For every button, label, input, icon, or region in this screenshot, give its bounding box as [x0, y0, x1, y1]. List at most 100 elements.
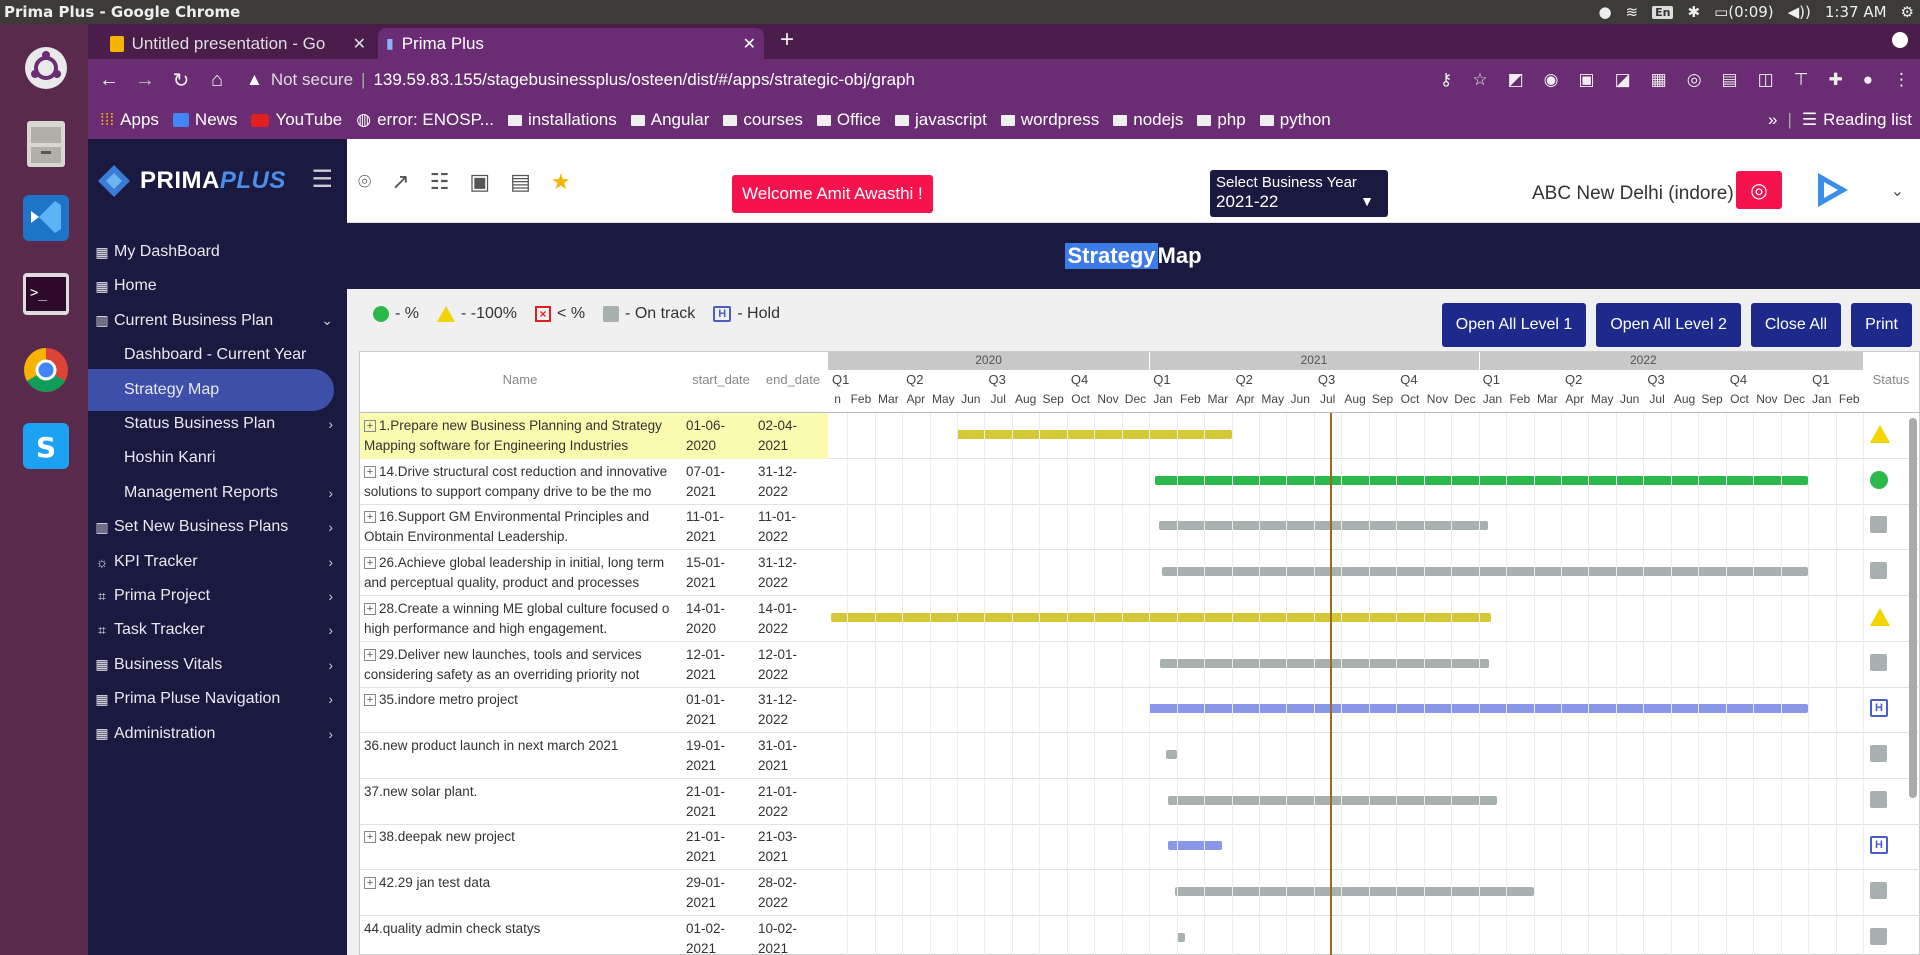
open-all-level-1-button[interactable]: Open All Level 1 — [1441, 303, 1587, 347]
bookmark-youtube[interactable]: YouTube — [251, 110, 342, 130]
close-all-button[interactable]: Close All — [1750, 303, 1842, 347]
expand-plus-icon[interactable]: + — [364, 602, 376, 615]
trend-icon[interactable]: ↗ — [391, 169, 409, 195]
bookmark-apps[interactable]: ⁞⁞⁞ Apps — [100, 110, 159, 130]
expand-plus-icon[interactable]: + — [364, 694, 376, 707]
bookmark-folder-javascript[interactable]: javascript — [895, 110, 987, 130]
play-logo-icon[interactable] — [1810, 169, 1852, 211]
file-cabinet-icon[interactable] — [16, 114, 76, 174]
extension-icon[interactable]: ▣ — [1579, 70, 1595, 90]
bookmarks-right: » | ☰ Reading list — [1768, 101, 1912, 139]
col-start-header[interactable]: start_date — [686, 372, 756, 387]
chrome-icon[interactable] — [16, 340, 76, 400]
puzzle-icon[interactable]: ✚ — [1828, 70, 1842, 90]
print-button[interactable]: Print — [1851, 303, 1912, 347]
terminal-icon[interactable]: >_ — [16, 264, 76, 324]
col-name-header[interactable]: Name — [360, 372, 680, 387]
wifi-icon[interactable]: ≋ — [1626, 3, 1639, 21]
bookmark-folder-angular[interactable]: Angular — [630, 110, 709, 130]
volume-icon[interactable]: ◀)) — [1788, 3, 1811, 21]
prima-logo-icon — [98, 165, 130, 197]
menu-kebab-icon[interactable]: ⋮ — [1893, 70, 1910, 90]
quarter-label: Q3 — [1317, 372, 1336, 387]
end-date-part: 14-01- — [758, 600, 798, 616]
bookmark-folder-installations[interactable]: installations — [507, 110, 617, 130]
contact-card-icon[interactable]: ▣ — [469, 169, 490, 195]
chevron-right-icon: › — [328, 588, 333, 604]
month-label: Dec — [1124, 392, 1147, 406]
extension-icon[interactable]: ⊤ — [1794, 70, 1809, 90]
bookmark-folder-courses[interactable]: courses — [723, 110, 803, 130]
expand-plus-icon[interactable]: + — [364, 877, 376, 889]
expand-plus-icon[interactable]: + — [364, 648, 376, 661]
settings-gear-icon[interactable]: ⚙ — [1901, 3, 1914, 21]
location-pin-button[interactable]: ◎ — [1736, 171, 1782, 209]
sidebar-item-label: Business Vitals — [114, 655, 223, 673]
bookmark-folder-python[interactable]: python — [1259, 110, 1331, 130]
extension-icon[interactable]: ▦ — [1651, 70, 1667, 90]
avatar[interactable]: ● — [1863, 70, 1873, 90]
start-date: 11-01- 2021 — [686, 507, 746, 547]
col-end-header[interactable]: end_date — [758, 372, 828, 387]
extension-icon[interactable]: ◪ — [1615, 70, 1631, 90]
battery-status[interactable]: ▭(0:09) — [1714, 3, 1774, 21]
start-date-part: 19-01- — [686, 737, 726, 753]
vertical-scrollbar[interactable] — [1909, 418, 1917, 798]
clock[interactable]: 1:37 AM — [1825, 3, 1887, 21]
tab-prima-plus[interactable]: ▮ Prima Plus ✕ — [378, 28, 764, 59]
business-year-select[interactable]: Select Business Year 2021-22 ▼ — [1210, 170, 1388, 217]
tab-untitled-presentation[interactable]: Untitled presentation - Go ✕ — [102, 28, 374, 59]
user-menu-chevron-icon[interactable]: ⌄ — [1891, 181, 1904, 201]
grid-line — [1698, 413, 1700, 955]
expand-plus-icon[interactable]: + — [364, 831, 376, 844]
address-bar[interactable]: ▲ Not secure | 139.59.83.155/stagebusine… — [246, 70, 915, 90]
col-status-header[interactable]: Status — [1863, 372, 1919, 387]
vscode-icon[interactable] — [16, 188, 76, 248]
key-icon[interactable]: ⚷ — [1440, 70, 1452, 90]
keyboard-layout[interactable]: En — [1652, 5, 1674, 19]
expand-plus-icon[interactable]: + — [364, 420, 376, 432]
month-label: May — [1261, 392, 1285, 406]
bookmark-folder-nodejs[interactable]: nodejs — [1113, 110, 1183, 130]
favorite-star-icon[interactable]: ★ — [551, 169, 571, 195]
close-icon[interactable]: ✕ — [743, 34, 756, 54]
sidebar-item-administration[interactable]: ▦ Administration › — [88, 713, 347, 755]
extension-icon[interactable]: ▤ — [1722, 70, 1738, 90]
bookmark-folder-office[interactable]: Office — [816, 110, 881, 130]
forward-icon[interactable]: → — [130, 69, 160, 92]
extension-icon[interactable]: ◩ — [1508, 70, 1524, 90]
extension-icon[interactable]: ◎ — [1687, 70, 1702, 90]
hamburger-menu-icon[interactable]: ☰ — [311, 165, 333, 194]
open-all-level-2-button[interactable]: Open All Level 2 — [1596, 303, 1741, 347]
home-icon[interactable]: ⌂ — [202, 69, 232, 92]
back-icon[interactable]: ← — [94, 69, 124, 92]
bookmark-news[interactable]: News — [172, 110, 237, 130]
more-bookmarks-button[interactable]: » — [1768, 110, 1777, 130]
quarter-label: Q4 — [1729, 372, 1748, 387]
brand-name[interactable]: PRIMAPLUS — [140, 167, 286, 195]
extension-icon[interactable]: ◫ — [1758, 70, 1774, 90]
scan-icon[interactable]: ⌾ — [358, 169, 371, 195]
reload-icon[interactable]: ↻ — [166, 68, 196, 93]
chrome-tray-icon[interactable]: ● — [1598, 3, 1611, 21]
notes-icon[interactable]: ☷ — [430, 169, 450, 195]
tab-search-icon[interactable] — [1892, 32, 1908, 48]
bluetooth-icon[interactable]: ✱ — [1687, 3, 1700, 21]
calendar-list-icon[interactable]: ▤ — [510, 169, 531, 195]
reading-list-button[interactable]: ☰ Reading list — [1802, 110, 1912, 130]
expand-plus-icon[interactable]: + — [364, 511, 376, 524]
expand-plus-icon[interactable]: + — [364, 465, 376, 478]
bookmark-folder-wordpress[interactable]: wordpress — [1000, 110, 1099, 130]
location-pin-icon: ◎ — [1750, 179, 1768, 202]
expand-plus-icon[interactable]: + — [364, 557, 376, 570]
bookmark-error[interactable]: ◍ error: ENOSP... — [356, 110, 494, 130]
bookmark-star-icon[interactable]: ☆ — [1472, 70, 1487, 90]
bookmark-folder-php[interactable]: php — [1197, 110, 1246, 130]
ubuntu-dash-icon[interactable] — [16, 38, 76, 98]
skype-icon[interactable]: S — [16, 416, 76, 476]
camera-icon[interactable]: ◉ — [1544, 70, 1559, 90]
new-tab-button[interactable]: + — [780, 26, 794, 54]
gantt-chart: Name start_date end_date Status 2020 2021… — [359, 351, 1920, 955]
close-icon[interactable]: ✕ — [353, 34, 366, 54]
chevron-right-icon: › — [328, 519, 333, 536]
